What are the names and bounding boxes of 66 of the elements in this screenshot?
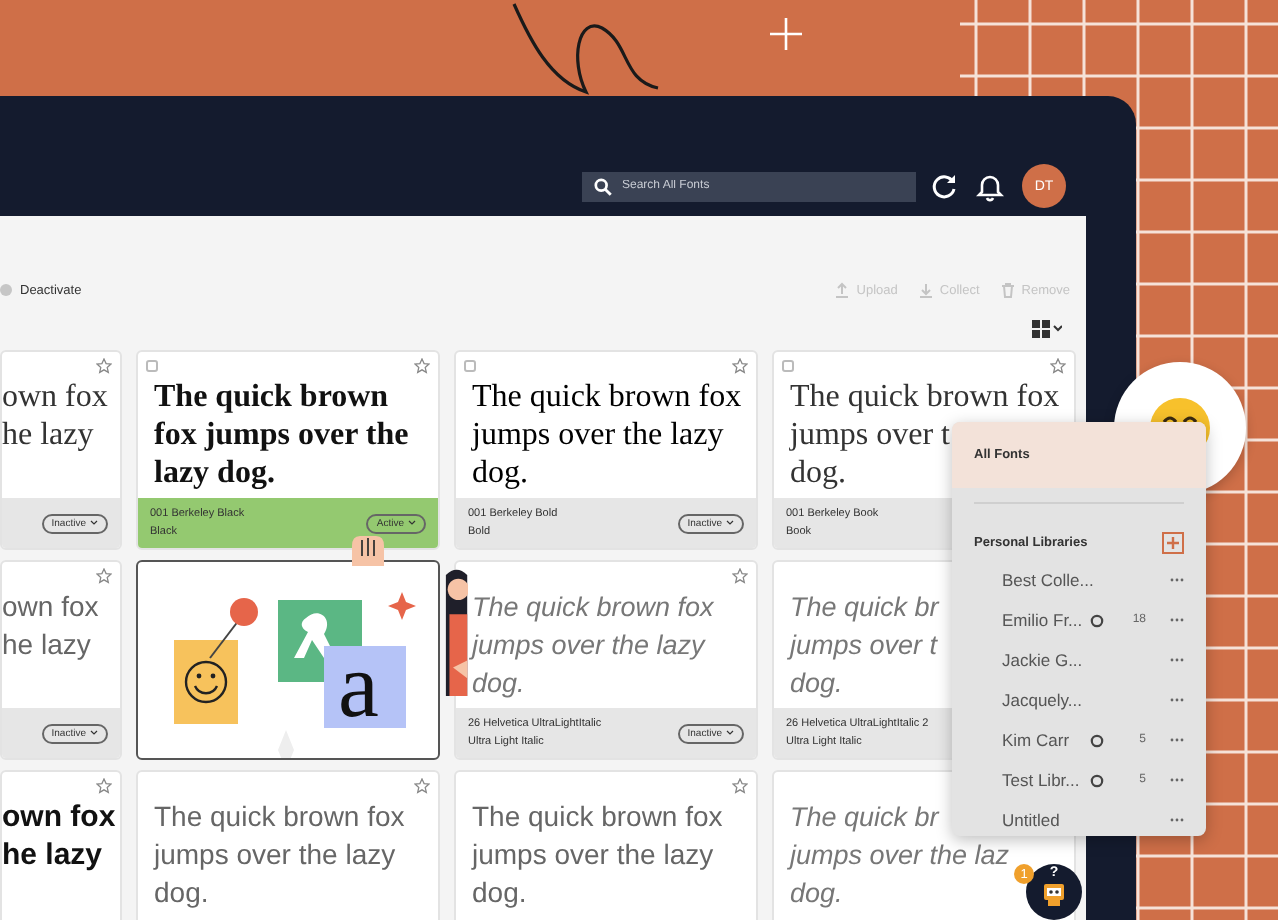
bell-icon[interactable] — [976, 171, 1004, 201]
font-card[interactable]: The quick brown fox jumps over the lazy dog. — [136, 770, 440, 920]
sample-text-line: The quick brown fox — [472, 798, 723, 836]
sample-text-line: own fox — [2, 378, 108, 416]
sample-text-line: jumps over t — [790, 628, 938, 664]
sample-text-line: jumps over the lazy — [472, 628, 705, 664]
download-icon — [917, 282, 934, 298]
sample-text-line: The quick br — [790, 800, 939, 836]
library-name: Test Libr... — [1002, 770, 1082, 790]
sample-text-line: jumps over the lazy — [154, 836, 396, 874]
sample-text-line: jumps over the laz — [790, 838, 1010, 874]
sample-text-line: he lazy — [2, 416, 94, 454]
trash-icon — [999, 282, 1016, 298]
caret-icon — [408, 520, 416, 526]
star-icon[interactable] — [732, 567, 748, 583]
sample-text-line: dog. — [790, 454, 846, 492]
sample-text-line: dog. — [472, 454, 528, 492]
sample-text-line: jumps over the lazy — [472, 416, 724, 454]
hand-drawing — [348, 534, 388, 566]
illustration-letter: a — [338, 646, 379, 726]
star-icon[interactable] — [414, 777, 430, 793]
caret-icon — [726, 520, 734, 526]
sample-text-line: dog. — [790, 666, 843, 702]
checkbox[interactable] — [782, 359, 794, 371]
sample-text-line: The quick brown — [154, 378, 389, 416]
sparkle-icon — [770, 18, 802, 50]
sample-text-line: fox jumps over the — [154, 416, 409, 454]
caret-icon — [726, 730, 734, 736]
grid-view-icon[interactable] — [1032, 319, 1062, 337]
sample-text-line: The quick brown fox — [790, 378, 1060, 416]
star-icon[interactable] — [732, 777, 748, 793]
robot-icon — [1042, 882, 1066, 906]
sample-text-line: jumps over the lazy — [472, 836, 714, 874]
upload-icon — [834, 282, 851, 298]
sample-text-line: jumps over t — [790, 416, 950, 454]
refresh-icon[interactable] — [930, 172, 958, 200]
star-icon[interactable] — [96, 567, 112, 583]
sample-text-line: The quick br — [790, 590, 939, 626]
sample-text-line: own fox — [2, 588, 99, 626]
sample-text-line: he lazy — [2, 626, 91, 664]
sample-text-line: dog. — [472, 666, 525, 702]
library-name: Untitled — [1002, 810, 1062, 830]
toggle-dot-icon — [0, 284, 12, 296]
library-name: Kim Carr — [1002, 730, 1072, 750]
caret-icon — [90, 730, 98, 736]
caret-icon — [90, 520, 98, 526]
checkbox[interactable] — [464, 359, 476, 371]
star-icon[interactable] — [732, 357, 748, 373]
sample-text-line: dog. — [472, 874, 527, 912]
sample-text-line: The quick brown fox — [472, 378, 742, 416]
sample-text-line: dog. — [154, 874, 209, 912]
star-icon[interactable] — [96, 777, 112, 793]
star-icon[interactable] — [414, 357, 430, 373]
search-icon — [594, 177, 612, 195]
checkbox[interactable] — [146, 359, 158, 371]
sample-text-line: lazy dog. — [154, 454, 275, 492]
star-icon[interactable] — [96, 357, 112, 373]
sample-text-line: The quick brown fox — [472, 590, 714, 626]
font-card[interactable]: own fox he lazy — [0, 770, 122, 920]
sample-text-line: dog. — [790, 876, 843, 912]
font-card[interactable]: The quick brown fox jumps over the lazy dog. — [454, 770, 758, 920]
sample-text-line: The quick brown fox — [154, 798, 405, 836]
add-library-icon[interactable] — [1162, 531, 1184, 553]
star-icon[interactable] — [1050, 357, 1066, 373]
sample-text-line: he lazy — [2, 836, 103, 874]
sample-text-line: own fox — [2, 798, 116, 836]
